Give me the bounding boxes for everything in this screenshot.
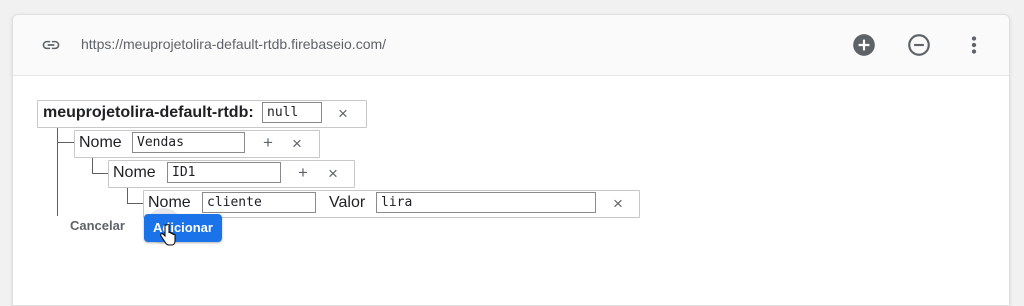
close-icon[interactable]: × <box>328 165 338 182</box>
value-input[interactable]: lira <box>376 192 596 213</box>
name-input[interactable]: ID1 <box>167 162 281 183</box>
name-input[interactable]: Vendas <box>132 132 245 153</box>
value-label: Valor <box>329 194 366 211</box>
add-circle-icon[interactable] <box>851 32 877 58</box>
link-icon <box>42 40 60 50</box>
tree-line <box>57 126 58 216</box>
name-label: Nome <box>113 164 156 181</box>
close-icon[interactable]: × <box>292 135 302 152</box>
name-label: Nome <box>79 134 122 151</box>
cancel-button[interactable]: Cancelar <box>70 218 125 233</box>
root-key: meuprojetolira-default-rtdb: <box>43 104 254 121</box>
tree-line <box>92 173 108 174</box>
remove-circle-icon[interactable] <box>906 32 932 58</box>
name-input[interactable]: cliente <box>202 192 316 213</box>
tree-line <box>127 203 143 204</box>
pointer-cursor-icon <box>160 224 176 246</box>
root-value-input[interactable]: null <box>262 102 322 123</box>
close-icon[interactable]: × <box>338 105 348 122</box>
tree-line <box>57 142 74 143</box>
database-toolbar: https://meuprojetolira-default-rtdb.fire… <box>13 15 1009 76</box>
database-url[interactable]: https://meuprojetolira-default-rtdb.fire… <box>81 36 386 52</box>
add-button[interactable]: Adicionar <box>144 214 222 242</box>
more-vert-icon[interactable] <box>961 32 987 58</box>
add-icon[interactable]: + <box>263 134 273 151</box>
close-icon[interactable]: × <box>613 195 623 212</box>
add-icon[interactable]: + <box>298 164 308 181</box>
